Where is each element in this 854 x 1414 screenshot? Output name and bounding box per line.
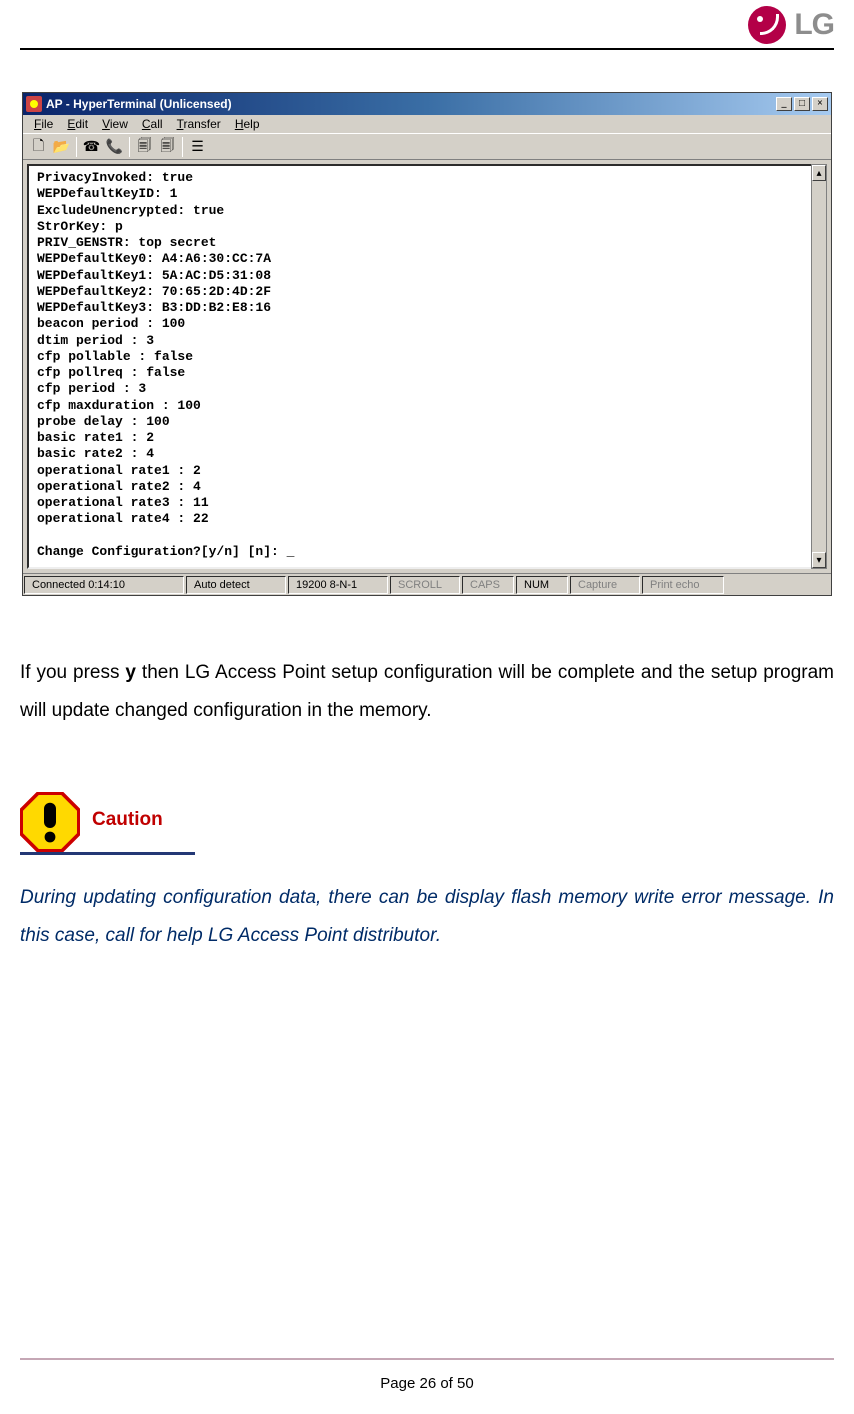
send-icon[interactable]: 🗐 bbox=[133, 136, 156, 158]
maximize-button[interactable]: □ bbox=[794, 97, 810, 111]
status-caps: CAPS bbox=[462, 576, 514, 594]
hyperterminal-window: AP - HyperTerminal (Unlicensed) _ □ × Fi… bbox=[22, 92, 832, 596]
toolbar-separator bbox=[76, 137, 77, 157]
status-num: NUM bbox=[516, 576, 568, 594]
status-connected: Connected 0:14:10 bbox=[24, 576, 184, 594]
phone-disconnect-icon[interactable]: 📞 bbox=[103, 136, 126, 158]
footer-divider bbox=[20, 1358, 834, 1360]
toolbar-separator bbox=[129, 137, 130, 157]
stop-sign-icon bbox=[20, 792, 80, 852]
page-footer: Page 26 of 50 bbox=[0, 1375, 854, 1392]
close-button[interactable]: × bbox=[812, 97, 828, 111]
page-header: LG bbox=[20, 0, 834, 48]
lg-logo: LG bbox=[748, 6, 834, 44]
phone-connect-icon[interactable]: ☎ bbox=[80, 136, 103, 158]
titlebar: AP - HyperTerminal (Unlicensed) _ □ × bbox=[23, 93, 831, 115]
menu-view[interactable]: View bbox=[95, 116, 135, 132]
caution-header: Caution bbox=[20, 792, 195, 855]
menu-edit[interactable]: Edit bbox=[60, 116, 95, 132]
statusbar: Connected 0:14:10 Auto detect 19200 8-N-… bbox=[23, 573, 831, 595]
menu-transfer[interactable]: Transfer bbox=[170, 116, 228, 132]
status-printecho: Print echo bbox=[642, 576, 724, 594]
toolbar-separator bbox=[182, 137, 183, 157]
status-capture: Capture bbox=[570, 576, 640, 594]
new-doc-icon[interactable]: 🗋 bbox=[27, 136, 50, 158]
app-icon bbox=[26, 96, 42, 112]
scroll-up-icon[interactable]: ▴ bbox=[812, 165, 826, 181]
open-folder-icon[interactable]: 📂 bbox=[50, 136, 73, 158]
para-prefix: If you press bbox=[20, 662, 125, 683]
caution-section: Caution During updating configuration da… bbox=[20, 792, 834, 955]
menu-help[interactable]: Help bbox=[228, 116, 267, 132]
caution-label: Caution bbox=[92, 809, 163, 835]
menu-file[interactable]: File bbox=[27, 116, 60, 132]
header-divider bbox=[20, 48, 834, 50]
terminal-output: PrivacyInvoked: true WEPDefaultKeyID: 1 … bbox=[37, 170, 817, 560]
receive-icon[interactable]: 🗐 bbox=[156, 136, 179, 158]
properties-icon[interactable]: ☰ bbox=[186, 136, 209, 158]
caution-text: During updating configuration data, ther… bbox=[20, 879, 834, 955]
vertical-scrollbar[interactable]: ▴ ▾ bbox=[811, 164, 827, 569]
minimize-button[interactable]: _ bbox=[776, 97, 792, 111]
scroll-down-icon[interactable]: ▾ bbox=[812, 552, 826, 568]
para-suffix: then LG Access Point setup configuration… bbox=[20, 662, 834, 721]
toolbar: 🗋 📂 ☎ 📞 🗐 🗐 ☰ bbox=[23, 133, 831, 159]
status-baud: 19200 8-N-1 bbox=[288, 576, 388, 594]
window-title: AP - HyperTerminal (Unlicensed) bbox=[46, 97, 774, 111]
status-detect: Auto detect bbox=[186, 576, 286, 594]
lg-face-icon bbox=[748, 6, 786, 44]
body-paragraph: If you press y then LG Access Point setu… bbox=[20, 654, 834, 730]
terminal-viewport[interactable]: PrivacyInvoked: true WEPDefaultKeyID: 1 … bbox=[27, 164, 827, 569]
lg-logo-text: LG bbox=[794, 8, 834, 42]
menubar: File Edit View Call Transfer Help bbox=[23, 115, 831, 133]
terminal-wrap: PrivacyInvoked: true WEPDefaultKeyID: 1 … bbox=[23, 159, 831, 573]
status-scroll: SCROLL bbox=[390, 576, 460, 594]
menu-call[interactable]: Call bbox=[135, 116, 170, 132]
para-bold: y bbox=[125, 662, 136, 683]
